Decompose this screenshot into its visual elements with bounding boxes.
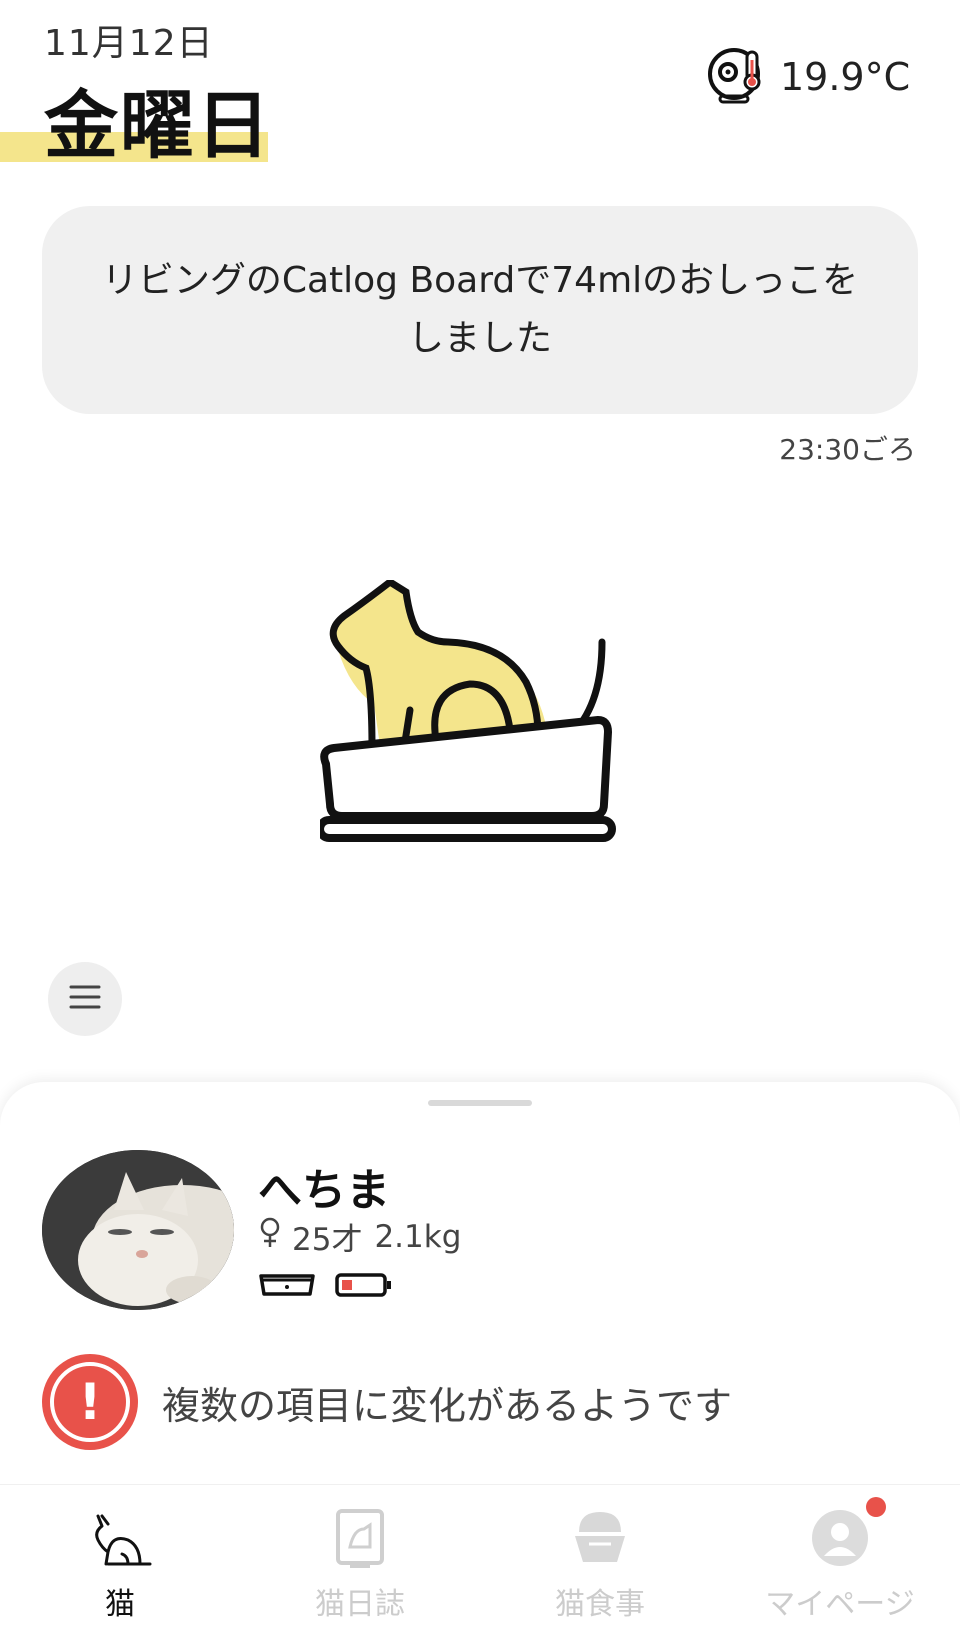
cat-weight: 2.1kg: [374, 1218, 462, 1255]
food-bowl-icon: [565, 1505, 635, 1571]
nav-item-mypage[interactable]: マイページ: [720, 1485, 960, 1631]
date-label: 11月12日: [44, 23, 214, 64]
nav-label-cat: 猫: [105, 1587, 135, 1622]
activity-message-text: リビングのCatlog Boardで74mlのおしっこをしました: [101, 260, 859, 359]
bottom-nav: 猫 猫日誌 猫食事 マイページ: [0, 1484, 960, 1631]
activity-time: 23:30ごろ: [779, 433, 916, 466]
nav-label-food: 猫食事: [555, 1587, 645, 1622]
cat-name: へちま: [258, 1165, 390, 1216]
device-status: [258, 1272, 392, 1302]
sheet-drag-handle[interactable]: [428, 1100, 532, 1106]
nav-label-mypage: マイページ: [765, 1587, 915, 1622]
alert-text: 複数の項目に変化があるようです: [162, 1383, 733, 1428]
nav-item-diary[interactable]: 猫日誌: [240, 1485, 480, 1631]
female-icon: [258, 1217, 282, 1257]
temperature-value: 19.9°C: [780, 55, 911, 99]
cat-age: 25才: [292, 1222, 363, 1258]
cat-in-litter-box-icon: [316, 578, 640, 874]
cat-icon: [85, 1505, 155, 1571]
collar-battery-low-icon: [334, 1272, 392, 1302]
nav-label-diary: 猫日誌: [315, 1587, 405, 1622]
alert-row[interactable]: ! 複数の項目に変化があるようです: [42, 1354, 732, 1450]
menu-button[interactable]: [48, 962, 122, 1036]
cat-avatar[interactable]: [42, 1150, 234, 1310]
temperature-display[interactable]: 19.9°C: [706, 44, 910, 110]
weekday-title: 金曜日: [44, 83, 272, 169]
nav-item-cat[interactable]: 猫: [0, 1485, 240, 1631]
activity-message-card: リビングのCatlog Boardで74mlのおしっこをしました: [42, 206, 918, 414]
device-thermometer-icon: [706, 44, 768, 110]
nav-item-food[interactable]: 猫食事: [480, 1485, 720, 1631]
menu-lines-icon: [68, 982, 102, 1016]
alert-icon: !: [42, 1354, 138, 1450]
cat-info: 25才 2.1kg: [258, 1214, 461, 1259]
diary-icon: [325, 1505, 395, 1571]
user-icon: [805, 1505, 875, 1571]
notification-badge: [866, 1497, 886, 1517]
litter-box-device-icon: [258, 1272, 316, 1302]
